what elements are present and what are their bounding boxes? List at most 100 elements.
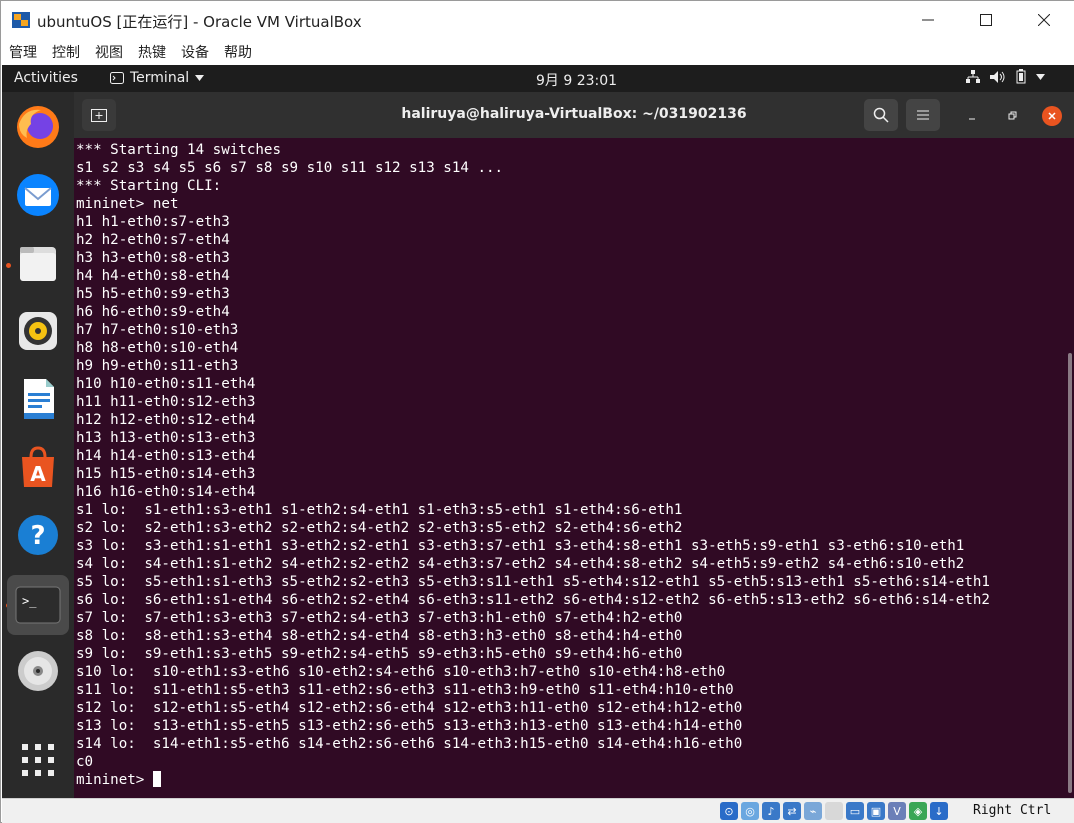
dock-firefox[interactable] [10, 99, 66, 155]
app-menu-terminal[interactable]: Terminal [110, 70, 205, 86]
window-titlebar: ubuntuOS [正在运行] - Oracle VM VirtualBox [1, 1, 1074, 39]
ubuntu-dock: A ? >_ [2, 92, 74, 798]
hamburger-menu-button[interactable] [906, 99, 940, 131]
keyboard-capture-icon[interactable]: ↓ [930, 802, 948, 820]
terminal-line: *** Starting CLI: [76, 178, 222, 194]
search-icon [873, 107, 889, 123]
terminal-line: s9 lo: s9-eth1:s3-eth5 s9-eth2:s4-eth5 s… [76, 646, 683, 662]
virtualbox-icon [12, 12, 30, 28]
terminal-small-icon [110, 72, 124, 84]
menu-view[interactable]: 视图 [95, 42, 123, 62]
close-icon [1038, 14, 1050, 26]
terminal-line: h13 h13-eth0:s13-eth3 [76, 430, 256, 446]
usb-icon[interactable]: ⌁ [804, 802, 822, 820]
network-adapter-icon[interactable]: ⇄ [783, 802, 801, 820]
battery-icon [1016, 69, 1026, 84]
display-icon[interactable]: ▭ [846, 802, 864, 820]
dock-writer[interactable] [10, 371, 66, 427]
terminal-prompt: mininet> [76, 772, 153, 788]
terminal-minimize-button[interactable] [962, 106, 982, 126]
terminal-line: h16 h16-eth0:s14-eth4 [76, 484, 256, 500]
terminal-scrollbar[interactable] [1068, 353, 1072, 793]
maximize-button[interactable] [957, 1, 1015, 39]
optical-drive-icon[interactable]: ◎ [741, 802, 759, 820]
terminal-line: h1 h1-eth0:s7-eth3 [76, 214, 230, 230]
files-icon [20, 247, 56, 281]
audio-icon[interactable]: ♪ [762, 802, 780, 820]
window-title: ubuntuOS [正在运行] - Oracle VM VirtualBox [37, 13, 362, 31]
terminal-line: s1 s2 s3 s4 s5 s6 s7 s8 s9 s10 s11 s12 s… [76, 160, 504, 176]
close-button[interactable] [1015, 1, 1073, 39]
dock-software[interactable]: A [10, 439, 66, 495]
terminal-line: *** Starting 14 switches [76, 142, 281, 158]
minimize-icon [922, 19, 934, 21]
dock-thunderbird[interactable] [10, 167, 66, 223]
terminal-line: h4 h4-eth0:s8-eth4 [76, 268, 230, 284]
terminal-line: h8 h8-eth0:s10-eth4 [76, 340, 239, 356]
system-tray[interactable] [966, 69, 1045, 84]
terminal-line: s13 lo: s13-eth1:s5-eth5 s13-eth2:s6-eth… [76, 718, 743, 734]
terminal-line: s3 lo: s3-eth1:s1-eth1 s3-eth2:s2-eth1 s… [76, 538, 965, 554]
virtualbox-window: ubuntuOS [正在运行] - Oracle VM VirtualBox 管… [0, 0, 1074, 823]
hamburger-icon [917, 110, 929, 120]
terminal-line: h12 h12-eth0:s12-eth4 [76, 412, 256, 428]
host-key-label: Right Ctrl [973, 803, 1052, 818]
minimize-button[interactable] [899, 1, 957, 39]
terminal-headerbar: haliruya@haliruya-VirtualBox: ~/03190213… [74, 92, 1074, 138]
guest-display[interactable]: Activities Terminal 9月 9 23:01 A ? >_ ha… [2, 65, 1074, 798]
dock-terminal[interactable]: >_ [7, 575, 69, 635]
svg-text:?: ? [30, 521, 45, 551]
mouse-integration-icon[interactable]: ◈ [909, 802, 927, 820]
hdd-icon[interactable]: ⊙ [720, 802, 738, 820]
terminal-line: s10 lo: s10-eth1:s3-eth6 s10-eth2:s4-eth… [76, 664, 726, 680]
menu-manage[interactable]: 管理 [9, 42, 37, 62]
device-icons: ⊙ ◎ ♪ ⇄ ⌁ ▭ ▣ V ◈ ↓ [720, 802, 948, 820]
terminal-line: mininet> net [76, 196, 179, 212]
help-icon: ? [18, 515, 58, 555]
terminal-line: h6 h6-eth0:s9-eth4 [76, 304, 230, 320]
restore-icon [1008, 111, 1017, 120]
clock[interactable]: 9月 9 23:01 [536, 70, 617, 90]
terminal-close-button[interactable] [1042, 106, 1062, 126]
dock-files[interactable] [10, 235, 66, 291]
video-capture-icon[interactable]: ▣ [867, 802, 885, 820]
dock-rhythmbox[interactable] [10, 303, 66, 359]
terminal-line: c0 [76, 754, 94, 770]
terminal-line: h3 h3-eth0:s8-eth3 [76, 250, 230, 266]
terminal-line: s6 lo: s6-eth1:s1-eth4 s6-eth2:s2-eth4 s… [76, 592, 990, 608]
cpu-icon[interactable]: V [888, 802, 906, 820]
menu-control[interactable]: 控制 [52, 42, 80, 62]
shared-folder-icon[interactable] [825, 802, 843, 820]
menu-help[interactable]: 帮助 [224, 42, 252, 62]
thunderbird-icon [17, 174, 59, 216]
volume-icon [990, 70, 1005, 83]
dvd-icon [18, 651, 58, 691]
terminal-line: h7 h7-eth0:s10-eth3 [76, 322, 239, 338]
terminal-line: h9 h9-eth0:s11-eth3 [76, 358, 239, 374]
terminal-restore-button[interactable] [1002, 106, 1022, 126]
menu-hotkeys[interactable]: 热键 [138, 42, 166, 62]
terminal-line: h2 h2-eth0:s7-eth4 [76, 232, 230, 248]
terminal-output[interactable]: *** Starting 14 switches s1 s2 s3 s4 s5 s… [74, 138, 1074, 798]
gnome-topbar: Activities Terminal 9月 9 23:01 [2, 65, 1074, 92]
terminal-line: s7 lo: s7-eth1:s3-eth3 s7-eth2:s4-eth3 s… [76, 610, 683, 626]
dock-help[interactable]: ? [10, 507, 66, 563]
vbox-menubar: 管理 控制 视图 热键 设备 帮助 [1, 39, 1074, 65]
dock-show-apps[interactable] [10, 732, 66, 788]
vbox-statusbar: ⊙ ◎ ♪ ⇄ ⌁ ▭ ▣ V ◈ ↓ Right Ctrl [2, 798, 1074, 823]
chevron-down-icon [195, 75, 205, 81]
terminal-line: s1 lo: s1-eth1:s3-eth1 s1-eth2:s4-eth1 s… [76, 502, 683, 518]
network-icon [966, 69, 980, 83]
menu-devices[interactable]: 设备 [181, 42, 209, 62]
svg-text:>_: >_ [22, 594, 37, 608]
svg-text:A: A [30, 462, 46, 486]
app-menu-label: Terminal [130, 70, 190, 86]
terminal-line: s4 lo: s4-eth1:s1-eth2 s4-eth2:s2-eth2 s… [76, 556, 965, 572]
maximize-icon [980, 14, 992, 26]
activities-button[interactable]: Activities [14, 70, 78, 86]
terminal-line: s2 lo: s2-eth1:s3-eth2 s2-eth2:s4-eth2 s… [76, 520, 683, 536]
firefox-icon [17, 106, 59, 148]
terminal-line: s11 lo: s11-eth1:s5-eth3 s11-eth2:s6-eth… [76, 682, 734, 698]
dock-dvd[interactable] [10, 643, 66, 699]
search-button[interactable] [864, 99, 898, 131]
